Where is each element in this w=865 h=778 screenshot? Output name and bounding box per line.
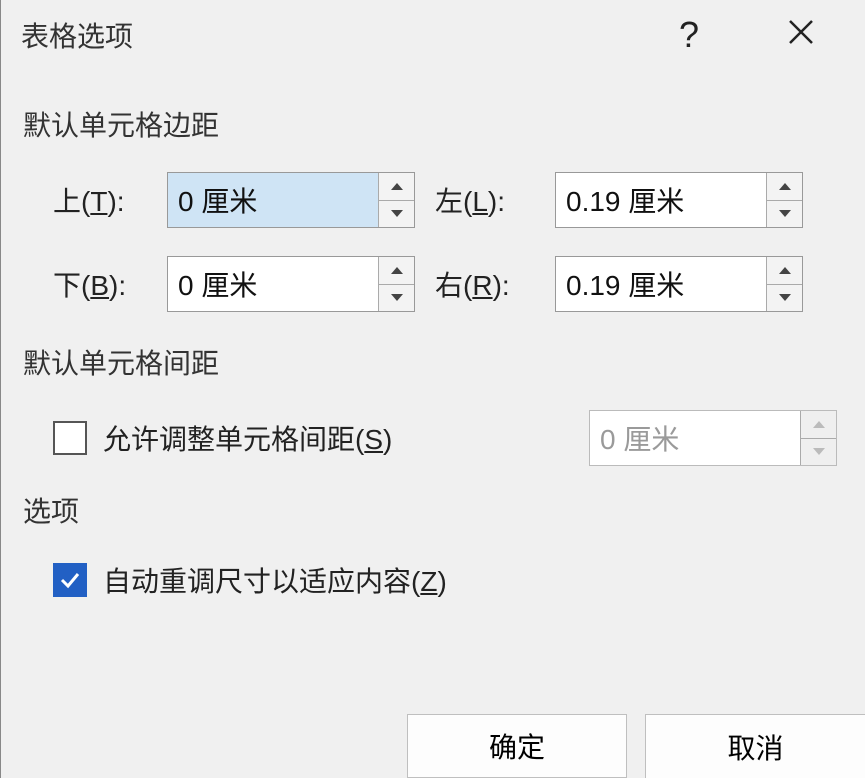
allow-spacing-checkbox[interactable] [53, 421, 87, 455]
spin-down-button [801, 439, 836, 466]
top-margin-label: 上(T): [53, 180, 147, 220]
spinner-buttons [800, 411, 836, 465]
section-default-spacing: 默认单元格间距 [23, 342, 843, 382]
titlebar: 表格选项 ? [1, 0, 865, 70]
auto-resize-label[interactable]: 自动重调尺寸以适应内容(Z) [103, 560, 447, 600]
spin-up-button[interactable] [379, 257, 414, 285]
close-button[interactable] [787, 18, 815, 52]
dialog-footer: 确定 取消 [407, 714, 865, 778]
top-margin-value[interactable]: 0 厘米 [168, 173, 378, 227]
spinner-buttons [378, 257, 414, 311]
titlebar-buttons: ? [679, 17, 845, 53]
left-margin-spinner[interactable]: 0.19 厘米 [555, 172, 803, 228]
spin-up-button[interactable] [767, 257, 802, 285]
spin-down-button[interactable] [767, 285, 802, 312]
margins-grid: 上(T): 0 厘米 左(L): 0.19 厘米 [23, 172, 843, 312]
dialog-content: 默认单元格边距 上(T): 0 厘米 左(L): 0.19 厘米 [1, 70, 865, 600]
spin-up-button [801, 411, 836, 439]
cell-spacing-value: 0 厘米 [590, 411, 800, 465]
spacing-row: 允许调整单元格间距(S) 0 厘米 [23, 410, 843, 466]
table-options-dialog: 表格选项 ? 默认单元格边距 上(T): 0 厘米 左(L) [0, 0, 865, 778]
close-icon [787, 18, 815, 46]
auto-resize-checkbox[interactable] [53, 563, 87, 597]
spin-down-button[interactable] [379, 285, 414, 312]
spin-down-button[interactable] [379, 201, 414, 228]
top-margin-spinner[interactable]: 0 厘米 [167, 172, 415, 228]
left-margin-value[interactable]: 0.19 厘米 [556, 173, 766, 227]
dialog-title: 表格选项 [21, 15, 133, 55]
right-margin-spinner[interactable]: 0.19 厘米 [555, 256, 803, 312]
section-default-margins: 默认单元格边距 [23, 104, 843, 144]
right-margin-label: 右(R): [435, 264, 535, 304]
bottom-margin-label: 下(B): [53, 264, 147, 304]
spinner-buttons [766, 257, 802, 311]
bottom-margin-spinner[interactable]: 0 厘米 [167, 256, 415, 312]
section-options: 选项 [23, 490, 843, 530]
spinner-buttons [766, 173, 802, 227]
ok-button[interactable]: 确定 [407, 714, 627, 778]
options-row: 自动重调尺寸以适应内容(Z) [23, 560, 843, 600]
cell-spacing-spinner: 0 厘米 [589, 410, 837, 466]
help-button[interactable]: ? [679, 17, 699, 53]
cancel-button[interactable]: 取消 [645, 714, 865, 778]
spin-up-button[interactable] [379, 173, 414, 201]
check-icon [59, 569, 81, 591]
right-margin-value[interactable]: 0.19 厘米 [556, 257, 766, 311]
bottom-margin-value[interactable]: 0 厘米 [168, 257, 378, 311]
spinner-buttons [378, 173, 414, 227]
allow-spacing-label[interactable]: 允许调整单元格间距(S) [103, 418, 392, 458]
spin-down-button[interactable] [767, 201, 802, 228]
spin-up-button[interactable] [767, 173, 802, 201]
left-margin-label: 左(L): [435, 180, 535, 220]
